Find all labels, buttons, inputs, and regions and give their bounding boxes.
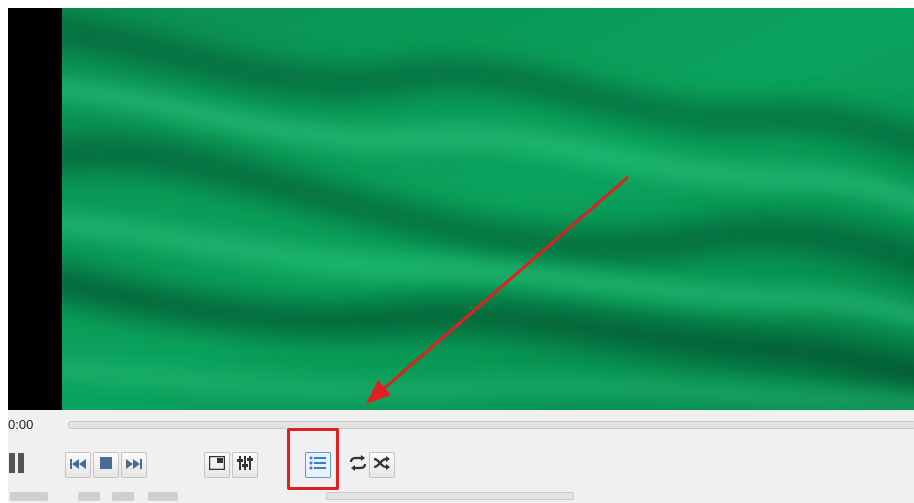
video-frame[interactable] bbox=[62, 8, 914, 410]
fullscreen-toggle-icon bbox=[208, 455, 226, 475]
annotation-highlight-box bbox=[287, 428, 339, 490]
shuffle-button[interactable] bbox=[369, 452, 395, 478]
stop-button[interactable] bbox=[93, 452, 119, 478]
status-item bbox=[112, 492, 134, 501]
previous-button[interactable] bbox=[65, 452, 91, 478]
next-button[interactable] bbox=[121, 452, 147, 478]
volume-slider[interactable] bbox=[326, 492, 574, 500]
loop-button[interactable] bbox=[345, 452, 371, 478]
equalizer-sliders-icon bbox=[237, 455, 253, 476]
media-player-window: 0:00 bbox=[0, 0, 914, 503]
shuffle-icon bbox=[373, 455, 391, 475]
extended-settings-button[interactable] bbox=[232, 452, 258, 478]
pause-icon bbox=[4, 451, 28, 480]
playback-toolbar bbox=[8, 438, 914, 490]
stop-icon bbox=[100, 456, 112, 474]
fullscreen-button[interactable] bbox=[204, 452, 230, 478]
status-item bbox=[78, 492, 100, 501]
video-display[interactable] bbox=[8, 8, 914, 410]
status-strip bbox=[8, 490, 914, 503]
elapsed-time: 0:00 bbox=[8, 417, 34, 432]
pause-button[interactable] bbox=[2, 452, 30, 478]
skip-next-icon bbox=[126, 456, 142, 474]
loop-icon bbox=[348, 454, 368, 476]
status-item bbox=[10, 492, 48, 501]
seek-row: 0:00 bbox=[8, 410, 914, 438]
seek-slider[interactable] bbox=[68, 421, 914, 429]
status-item bbox=[148, 492, 178, 501]
skip-previous-icon bbox=[70, 456, 86, 474]
